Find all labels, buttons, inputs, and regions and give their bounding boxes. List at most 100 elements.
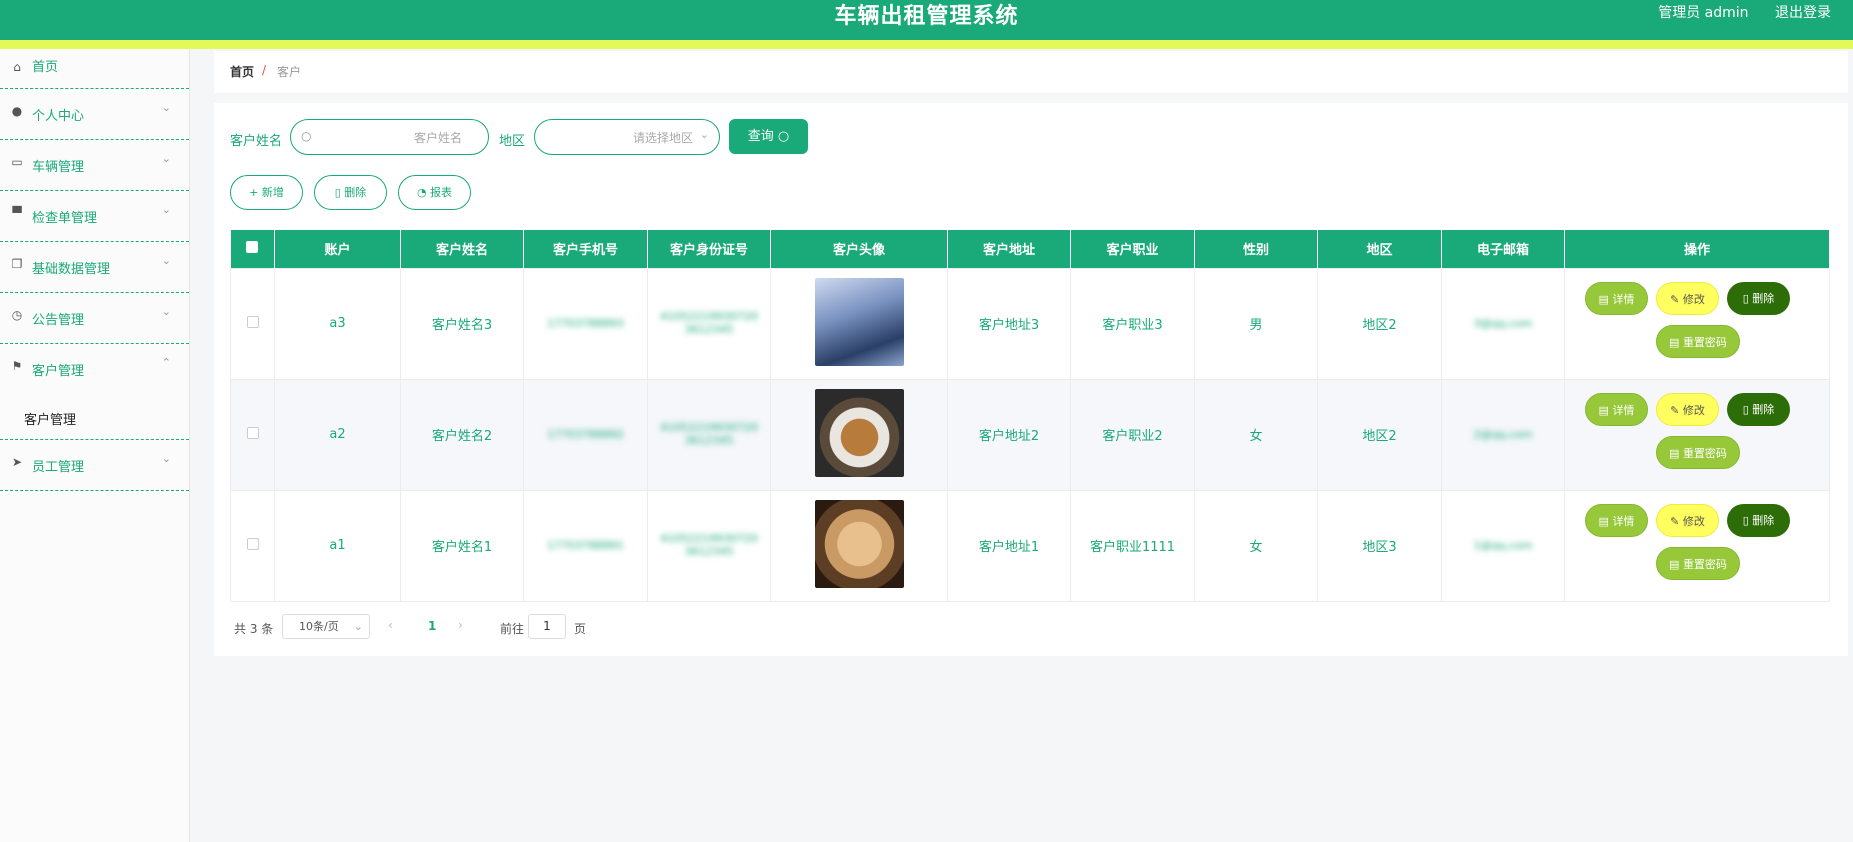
cell-phone: 17703788893	[547, 317, 624, 330]
reset-password-button[interactable]: ▤ 重置密码	[1656, 546, 1740, 580]
row-checkbox[interactable]	[246, 315, 259, 328]
trash-icon: ▯	[334, 186, 345, 199]
report-button-label: 报表	[430, 186, 453, 199]
reset-password-button[interactable]: ▤ 重置密码	[1656, 324, 1740, 358]
admin-user-label[interactable]: 管理员 admin	[1658, 5, 1748, 21]
customer-table: 账户 客户姓名 客户手机号 客户身份证号 客户头像 客户地址 客户职业 性别 地…	[230, 230, 1830, 602]
column-header: 客户姓名	[400, 230, 524, 268]
sidebar-item-vehicle[interactable]: ▭ 车辆管理 ⌄	[0, 140, 189, 191]
column-header: 电子邮箱	[1441, 230, 1565, 268]
column-header: 客户头像	[770, 230, 948, 268]
customer-name-label: 客户姓名	[230, 134, 283, 149]
row-checkbox[interactable]	[246, 426, 259, 439]
page-unit-label: 页	[574, 622, 587, 636]
edit-button[interactable]: ✎ 修改	[1656, 392, 1719, 426]
flag-icon: ⚑	[11, 359, 23, 373]
logout-link[interactable]: 退出登录	[1775, 5, 1831, 21]
region-label: 地区	[499, 134, 526, 149]
region-select[interactable]: 请选择地区 ⌄	[534, 119, 720, 155]
reset-password-label: 重置密码	[1682, 335, 1727, 349]
sidebar-item-personal-center[interactable]: ● 个人中心 ⌄	[0, 89, 189, 140]
sidebar-item-basic-data[interactable]: ❐ 基础数据管理 ⌄	[0, 242, 189, 293]
delete-button[interactable]: ▯ 删除	[1727, 281, 1790, 315]
edit-label: 修改	[1682, 403, 1705, 417]
sidebar-item-notice[interactable]: ◷ 公告管理 ⌄	[0, 293, 189, 344]
column-header: 账户	[274, 230, 401, 268]
detail-icon: ▤	[1598, 403, 1613, 417]
sidebar-item-home[interactable]: ⌂ 首页	[0, 49, 189, 89]
column-header: 操作	[1564, 230, 1830, 268]
sidebar-item-label: 检查单管理	[32, 211, 98, 226]
select-all-cell[interactable]	[230, 230, 275, 268]
customer-avatar-image	[814, 388, 904, 477]
add-button[interactable]: + 新增	[230, 175, 303, 210]
detail-button[interactable]: ▤ 详情	[1585, 503, 1648, 537]
send-icon: ➤	[11, 455, 23, 469]
region-placeholder: 请选择地区	[632, 131, 693, 145]
current-page[interactable]: 1	[428, 619, 436, 633]
edit-button[interactable]: ✎ 修改	[1656, 503, 1719, 537]
pencil-icon: ✎	[1670, 514, 1683, 528]
pie-chart-icon: ◔	[416, 186, 431, 199]
detail-button[interactable]: ▤ 详情	[1585, 392, 1648, 426]
select-all-checkbox[interactable]	[246, 240, 259, 253]
cell-idcard: 410522199307203612345	[660, 421, 758, 447]
delete-button[interactable]: ▯ 删除	[1727, 392, 1790, 426]
sidebar-item-customer[interactable]: ⚑ 客户管理 ⌃	[0, 344, 189, 395]
delete-button[interactable]: ▯ 删除	[1727, 503, 1790, 537]
cell-gender: 男	[1194, 267, 1318, 380]
sidebar-subitem-label: 客户管理	[24, 413, 77, 428]
customer-avatar-image	[814, 277, 904, 366]
detail-icon: ▤	[1598, 514, 1613, 528]
cell-address: 客户地址3	[947, 267, 1071, 380]
app-title: 车辆出租管理系统	[834, 4, 1019, 29]
cell-account: a2	[274, 378, 401, 491]
sidebar-item-label: 公告管理	[32, 313, 85, 328]
next-page-icon[interactable]: ›	[458, 618, 463, 632]
top-header: 车辆出租管理系统 管理员 admin 退出登录	[0, 0, 1853, 49]
column-header: 客户地址	[947, 230, 1071, 268]
reset-password-label: 重置密码	[1682, 557, 1727, 571]
add-button-label: 新增	[261, 186, 284, 199]
user-icon: ●	[11, 104, 23, 118]
breadcrumb-current: 客户	[277, 65, 302, 79]
row-checkbox[interactable]	[246, 537, 259, 550]
customer-name-input[interactable]: ○ 客户姓名	[290, 119, 489, 155]
table-row: a3 客户姓名3 17703788893 4105221993072036123…	[230, 267, 1830, 380]
cell-gender: 女	[1194, 378, 1318, 491]
cell-name: 客户姓名1	[400, 489, 524, 602]
pencil-icon: ✎	[1670, 292, 1683, 306]
cell-gender: 女	[1194, 489, 1318, 602]
sidebar-item-label: 客户管理	[32, 364, 85, 379]
report-button[interactable]: ◔ 报表	[398, 175, 471, 210]
detail-button[interactable]: ▤ 详情	[1585, 281, 1648, 315]
batch-delete-button[interactable]: ▯ 删除	[314, 175, 387, 210]
breadcrumb-home[interactable]: 首页	[230, 63, 254, 80]
edit-button[interactable]: ✎ 修改	[1656, 281, 1719, 315]
chevron-down-icon: ⌄	[161, 203, 171, 216]
cell-name: 客户姓名2	[400, 378, 524, 491]
column-header: 客户职业	[1070, 230, 1195, 268]
home-icon: ⌂	[13, 60, 21, 74]
sidebar-subitem-customer-manage[interactable]: 客户管理	[0, 395, 189, 440]
chevron-down-icon: ⌄	[161, 152, 171, 165]
query-button[interactable]: 查询 ○	[729, 119, 808, 154]
page-size-value: 10条/页	[299, 620, 339, 633]
cell-region: 地区2	[1317, 378, 1442, 491]
column-header: 地区	[1317, 230, 1442, 268]
sidebar-item-label: 车辆管理	[32, 160, 85, 175]
sidebar-item-staff[interactable]: ➤ 员工管理 ⌄	[0, 440, 189, 491]
delete-label: 删除	[1752, 513, 1775, 527]
prev-page-icon[interactable]: ‹	[388, 618, 393, 632]
page-size-select[interactable]: 10条/页 ⌄	[282, 614, 370, 639]
goto-page-input[interactable]: 1	[528, 614, 566, 639]
reset-password-button[interactable]: ▤ 重置密码	[1656, 435, 1740, 469]
batch-delete-label: 删除	[344, 186, 367, 199]
sidebar-item-inspection[interactable]: ▀ 检查单管理 ⌄	[0, 191, 189, 242]
delete-label: 删除	[1752, 402, 1775, 416]
edit-label: 修改	[1682, 292, 1705, 306]
cell-job: 客户职业1111	[1070, 489, 1195, 602]
sidebar: ⌂ 首页 ● 个人中心 ⌄ ▭ 车辆管理 ⌄ ▀ 检查单管理 ⌄ ❐ 基础数据管…	[0, 49, 190, 842]
cell-address: 客户地址2	[947, 378, 1071, 491]
cell-region: 地区3	[1317, 489, 1442, 602]
